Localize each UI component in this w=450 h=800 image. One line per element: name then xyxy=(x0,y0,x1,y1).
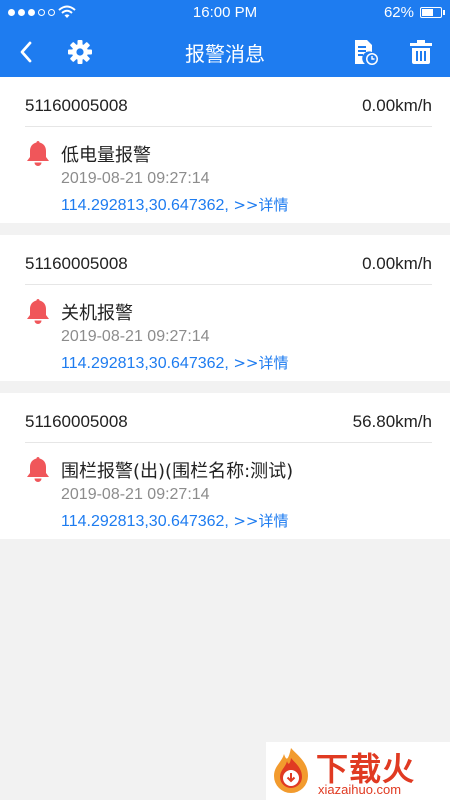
bell-icon xyxy=(27,141,49,166)
details-link[interactable]: >>详情 xyxy=(233,196,288,214)
alarm-card[interactable]: 51160005008 0.00km/h 关机报警 2019-08-21 09:… xyxy=(0,235,450,381)
alarm-location-link[interactable]: 114.292813,30.647362, >>详情 xyxy=(61,352,288,373)
device-id: 51160005008 xyxy=(25,254,128,273)
alarm-location-link[interactable]: 114.292813,30.647362, >>详情 xyxy=(61,194,288,215)
alarm-card[interactable]: 51160005008 56.80km/h 围栏报警(出)(围栏名称:测试) 2… xyxy=(0,393,450,539)
battery-tip xyxy=(443,10,445,15)
details-link[interactable]: >>详情 xyxy=(233,512,288,530)
navigation-bar: 报警消息 xyxy=(0,26,450,77)
coordinates: 114.292813,30.647362, xyxy=(61,197,234,214)
device-id: 51160005008 xyxy=(25,96,128,115)
battery-icon xyxy=(420,7,442,18)
speed-value: 0.00km/h xyxy=(362,96,432,115)
alarm-time: 2019-08-21 09:27:14 xyxy=(61,486,210,503)
coordinates: 114.292813,30.647362, xyxy=(61,355,234,372)
details-link[interactable]: >>详情 xyxy=(233,354,288,372)
speed-value: 56.80km/h xyxy=(352,412,432,431)
alarm-card-header: 51160005008 56.80km/h xyxy=(25,393,432,443)
alarm-card[interactable]: 51160005008 0.00km/h 低电量报警 2019-08-21 09… xyxy=(0,77,450,223)
alarm-location-link[interactable]: 114.292813,30.647362, >>详情 xyxy=(61,510,288,531)
alarm-card-body: 关机报警 2019-08-21 09:27:14 114.292813,30.6… xyxy=(0,285,450,381)
flame-logo-icon xyxy=(274,748,308,793)
speed-value: 0.00km/h xyxy=(362,254,432,273)
trash-icon xyxy=(410,40,432,64)
report-history-button[interactable] xyxy=(350,36,382,68)
page-title: 报警消息 xyxy=(185,42,265,66)
bell-icon xyxy=(27,457,49,482)
delete-button[interactable] xyxy=(405,36,437,68)
bell-icon xyxy=(27,299,49,324)
app-header: 16:00 PM 62% 报警消息 xyxy=(0,0,450,77)
battery-level xyxy=(422,9,434,16)
battery-percent: 62% xyxy=(383,4,414,21)
alarm-title: 关机报警 xyxy=(61,303,133,324)
alarm-card-header: 51160005008 0.00km/h xyxy=(25,77,432,127)
alarm-time: 2019-08-21 09:27:14 xyxy=(61,170,210,187)
device-id: 51160005008 xyxy=(25,412,128,431)
coordinates: 114.292813,30.647362, xyxy=(61,513,234,530)
report-clock-icon xyxy=(355,40,378,65)
alarm-time: 2019-08-21 09:27:14 xyxy=(61,328,210,345)
alarm-title: 低电量报警 xyxy=(61,145,151,166)
alarm-title: 围栏报警(出)(围栏名称:测试) xyxy=(61,461,294,482)
status-bar: 16:00 PM 62% xyxy=(0,0,450,26)
alarm-card-header: 51160005008 0.00km/h xyxy=(25,235,432,285)
alarm-card-body: 围栏报警(出)(围栏名称:测试) 2019-08-21 09:27:14 114… xyxy=(0,443,450,539)
watermark-url: xiazaihuo.com xyxy=(318,782,402,797)
watermark: 下载火 xiazaihuo.com xyxy=(266,742,450,800)
alarm-card-body: 低电量报警 2019-08-21 09:27:14 114.292813,30.… xyxy=(0,127,450,223)
status-time: 16:00 PM xyxy=(192,4,258,21)
